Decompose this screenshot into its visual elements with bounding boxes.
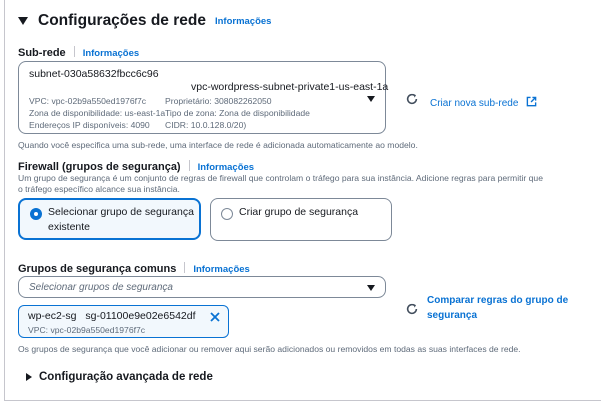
subnet-info-link[interactable]: Informações xyxy=(83,48,140,59)
common-groups-hint: Os grupos de segurança que você adiciona… xyxy=(18,344,521,354)
subnet-owner: Proprietário: 308082262050 xyxy=(165,96,272,106)
firewall-label: Firewall (grupos de segurança) xyxy=(18,161,181,173)
firewall-desc-line1: Um grupo de segurança é um conjunto de r… xyxy=(18,173,543,183)
network-info-link[interactable]: Informações xyxy=(215,16,272,27)
firewall-desc-line2: o tráfego específico alcance sua instânc… xyxy=(18,184,180,194)
subnet-hint: Quando você especifica uma sub-rede, uma… xyxy=(18,140,418,150)
subnet-select[interactable]: subnet-030a58632fbcc6c96 vpc-wordpress-s… xyxy=(18,61,389,134)
network-settings-title: Configurações de rede xyxy=(38,12,206,29)
common-groups-label-row: Grupos de segurança comuns Informações xyxy=(18,259,250,277)
external-link-icon xyxy=(526,96,537,107)
radio-unselected-icon[interactable] xyxy=(221,208,233,220)
advanced-network-header[interactable]: Configuração avançada de rede xyxy=(26,371,213,383)
subnet-label-row: Sub-rede Informações xyxy=(18,43,139,61)
refresh-icon[interactable] xyxy=(405,302,419,316)
option-existing-label: Selecionar grupo de segurança existente xyxy=(48,206,194,233)
caret-down-icon xyxy=(18,17,28,25)
close-icon[interactable] xyxy=(209,311,221,323)
advanced-network-title: Configuração avançada de rede xyxy=(39,371,213,383)
subnet-label: Sub-rede xyxy=(18,47,66,59)
token-vpc: VPC: vpc-02b9a550ed1976f7c xyxy=(28,325,146,335)
firewall-info-link[interactable]: Informações xyxy=(198,162,255,173)
option-existing-security-group[interactable]: Selecionar grupo de segurança existente xyxy=(18,198,201,240)
refresh-icon[interactable] xyxy=(405,92,419,106)
security-groups-select[interactable]: Selecionar grupos de segurança xyxy=(18,276,386,298)
subnet-id: subnet-030a58632fbcc6c96 xyxy=(29,68,159,80)
subnet-zone-type: Tipo de zona: Zona de disponibilidade xyxy=(165,108,310,118)
network-settings-header[interactable]: Configurações de rede Informações xyxy=(18,12,271,30)
create-subnet-link[interactable]: Criar nova sub-rede xyxy=(430,98,518,109)
option-create-security-group[interactable]: Criar grupo de segurança xyxy=(210,198,392,241)
chevron-down-icon[interactable] xyxy=(367,285,375,291)
subnet-ips: Endereços IP disponíveis: 4090 xyxy=(29,120,150,130)
token-label: wp-ec2-sg sg-01100e9e02e6542df xyxy=(28,310,196,322)
radio-selected-icon[interactable] xyxy=(30,208,42,220)
subnet-name: vpc-wordpress-subnet-private1-us-east-1a xyxy=(191,81,389,93)
subnet-cidr: CIDR: 10.0.128.0/20) xyxy=(165,120,247,130)
create-subnet-link-row[interactable]: Criar nova sub-rede xyxy=(430,93,537,111)
divider xyxy=(188,160,190,171)
chevron-down-icon[interactable] xyxy=(367,96,375,102)
option-create-label: Criar grupo de segurança xyxy=(239,206,359,218)
compare-rules-link[interactable]: Comparar regras do grupo de segurança xyxy=(427,293,587,323)
subnet-az: Zona de disponibilidade: us-east-1a xyxy=(29,108,166,118)
subnet-vpc: VPC: vpc-02b9a550ed1976f7c xyxy=(29,96,147,106)
security-groups-placeholder: Selecionar grupos de segurança xyxy=(29,282,173,293)
divider xyxy=(73,46,75,57)
caret-right-icon xyxy=(26,373,32,381)
token-name: wp-ec2-sg xyxy=(28,310,77,322)
selected-security-group-token: wp-ec2-sg sg-01100e9e02e6542df VPC: vpc-… xyxy=(18,305,229,338)
common-groups-info-link[interactable]: Informações xyxy=(193,264,250,275)
common-groups-label: Grupos de segurança comuns xyxy=(18,263,177,275)
token-id: sg-01100e9e02e6542df xyxy=(85,310,196,322)
divider xyxy=(184,262,186,273)
